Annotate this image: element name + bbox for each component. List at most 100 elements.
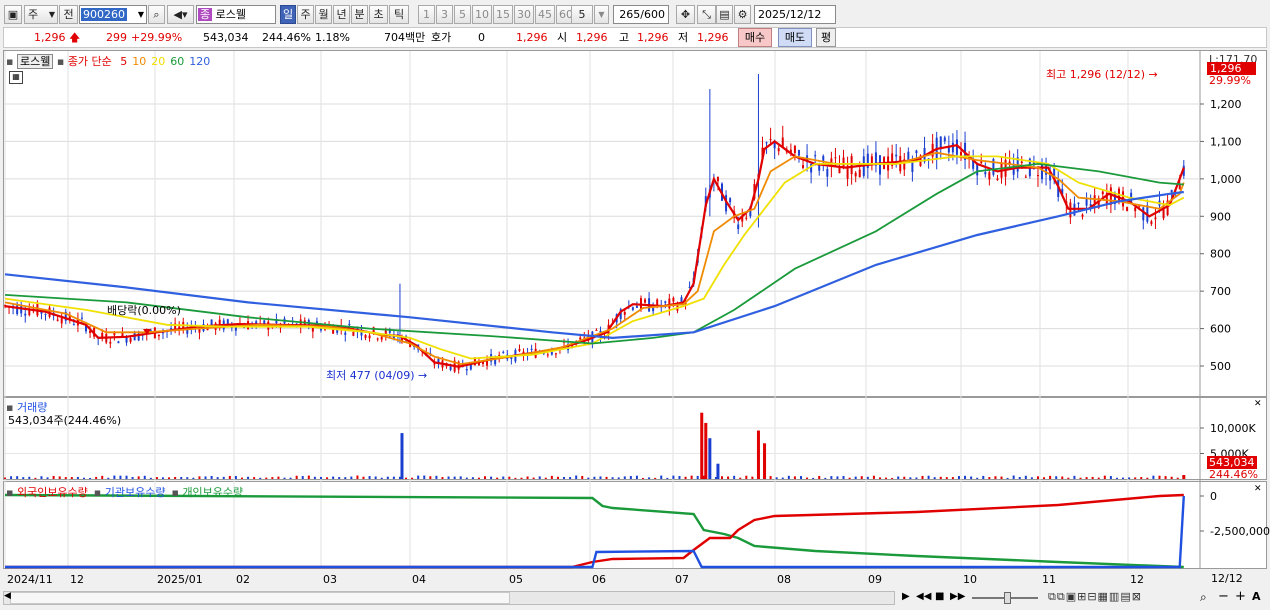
volume-bar <box>945 477 948 479</box>
volume-bar <box>240 477 243 479</box>
candle-body <box>850 156 853 175</box>
fast-forward-icon[interactable]: ▶▶ <box>950 591 965 602</box>
legend-ma-period: 60 <box>170 55 185 68</box>
volume-bar <box>854 476 857 479</box>
volume-bar <box>1158 475 1161 479</box>
scroll-left-icon[interactable]: ◀ <box>4 591 11 601</box>
volume-bar <box>459 476 462 479</box>
candle-body <box>854 172 857 177</box>
candle-body <box>1077 202 1080 204</box>
volume-bar <box>149 477 152 479</box>
play-icon[interactable]: ▶ <box>902 591 910 602</box>
font-size-icon[interactable]: A <box>1252 590 1261 603</box>
candle-body <box>72 324 75 326</box>
volume-bar <box>939 476 942 479</box>
volume-bar <box>362 476 365 479</box>
volume-bar <box>696 475 699 479</box>
price-legend: ▪ 로스웰 ▪ 종가 단순 5 10 20 60 120 <box>6 53 210 69</box>
candle-body <box>502 351 505 353</box>
volume-bar <box>587 477 590 479</box>
candle-body <box>745 217 748 219</box>
volume-bar <box>1073 475 1076 479</box>
volume-bar <box>4 477 6 479</box>
candle-body <box>951 142 954 153</box>
volume-bar <box>447 476 450 479</box>
volume-bar <box>727 476 730 479</box>
stop-icon[interactable]: ■ <box>935 591 944 602</box>
volume-bar <box>806 477 809 479</box>
volume-bar <box>216 477 219 479</box>
volume-bar <box>283 477 286 479</box>
legend-marker-icon: ▪ <box>56 55 65 68</box>
volume-bar <box>161 477 164 479</box>
volume-bar <box>556 476 559 479</box>
candle-body <box>1134 207 1137 212</box>
x-tick-label: 08 <box>777 573 791 586</box>
volume-bar <box>672 475 675 479</box>
price-tick-label: 1,100 <box>1210 135 1242 148</box>
x-tick-label: 2025/01 <box>157 573 203 586</box>
zoom-out-icon[interactable]: − <box>1218 589 1229 604</box>
candle-body <box>943 137 946 142</box>
volume-bar <box>976 477 979 479</box>
volume-bar <box>1024 475 1027 479</box>
volume-bar <box>599 476 602 479</box>
zoom-handle[interactable] <box>1004 592 1011 604</box>
candle-body <box>465 369 468 371</box>
volume-bar <box>411 477 414 479</box>
volume-bar <box>356 475 359 479</box>
volume-bar <box>228 475 231 479</box>
volume-bar <box>751 476 754 479</box>
volume-bar <box>575 475 578 479</box>
layout-icons[interactable]: ⧉⧉▣⊞⊟▦▥▤⊠ <box>1048 590 1142 604</box>
search-icon[interactable]: ⌕ <box>1200 590 1207 605</box>
volume-bar <box>836 476 839 479</box>
volume-bar <box>1115 477 1118 479</box>
volume-bar <box>957 476 960 479</box>
volume-bar <box>417 475 420 479</box>
volume-bar <box>745 475 748 479</box>
volume-bar <box>739 477 742 479</box>
candle-body <box>988 172 991 180</box>
volume-bar <box>143 475 146 479</box>
volume-bar <box>872 475 875 479</box>
holdings-legend-item: 개인보유수량 <box>182 486 244 499</box>
volume-bar <box>1170 476 1173 479</box>
volume-bar <box>58 476 61 479</box>
x-tick-label: 09 <box>868 573 882 586</box>
volume-bar <box>891 477 894 479</box>
volume-bar <box>700 412 704 479</box>
volume-bar <box>40 476 43 479</box>
volume-bar <box>781 477 784 479</box>
legend-marker-icon: ▪ <box>93 486 105 499</box>
zoom-in-icon[interactable]: + <box>1235 589 1246 604</box>
close-panel-icon[interactable]: ✕ <box>1254 484 1262 494</box>
legend-ma-period: 5 <box>120 55 128 68</box>
legend-indicator: 종가 단순 <box>67 55 112 68</box>
candle-body <box>368 335 371 339</box>
x-tick-label: 07 <box>675 573 689 586</box>
candle-body <box>878 155 881 175</box>
volume-bar <box>28 476 31 479</box>
volume-bar <box>830 476 833 479</box>
candle-body <box>1085 198 1088 206</box>
rewind-icon[interactable]: ◀◀ <box>916 591 931 602</box>
table-icon[interactable]: ▦ <box>9 71 23 84</box>
volume-bar <box>704 422 708 479</box>
close-panel-icon[interactable]: ✕ <box>1254 399 1262 409</box>
volume-bar <box>131 476 134 479</box>
scrollbar-thumb[interactable] <box>10 592 510 604</box>
volume-bar <box>477 477 480 479</box>
volume-bar <box>666 477 669 479</box>
candle-body <box>1142 207 1145 221</box>
candle-body <box>518 349 521 351</box>
volume-bar <box>921 475 924 479</box>
volume-bar <box>544 477 547 479</box>
volume-bar <box>265 477 268 479</box>
candle-body <box>20 305 23 314</box>
volume-bar <box>514 477 517 479</box>
volume-bar <box>137 476 140 479</box>
candle-body <box>858 169 861 178</box>
volume-bar <box>277 476 280 479</box>
price-tick-label: 600 <box>1210 323 1231 336</box>
